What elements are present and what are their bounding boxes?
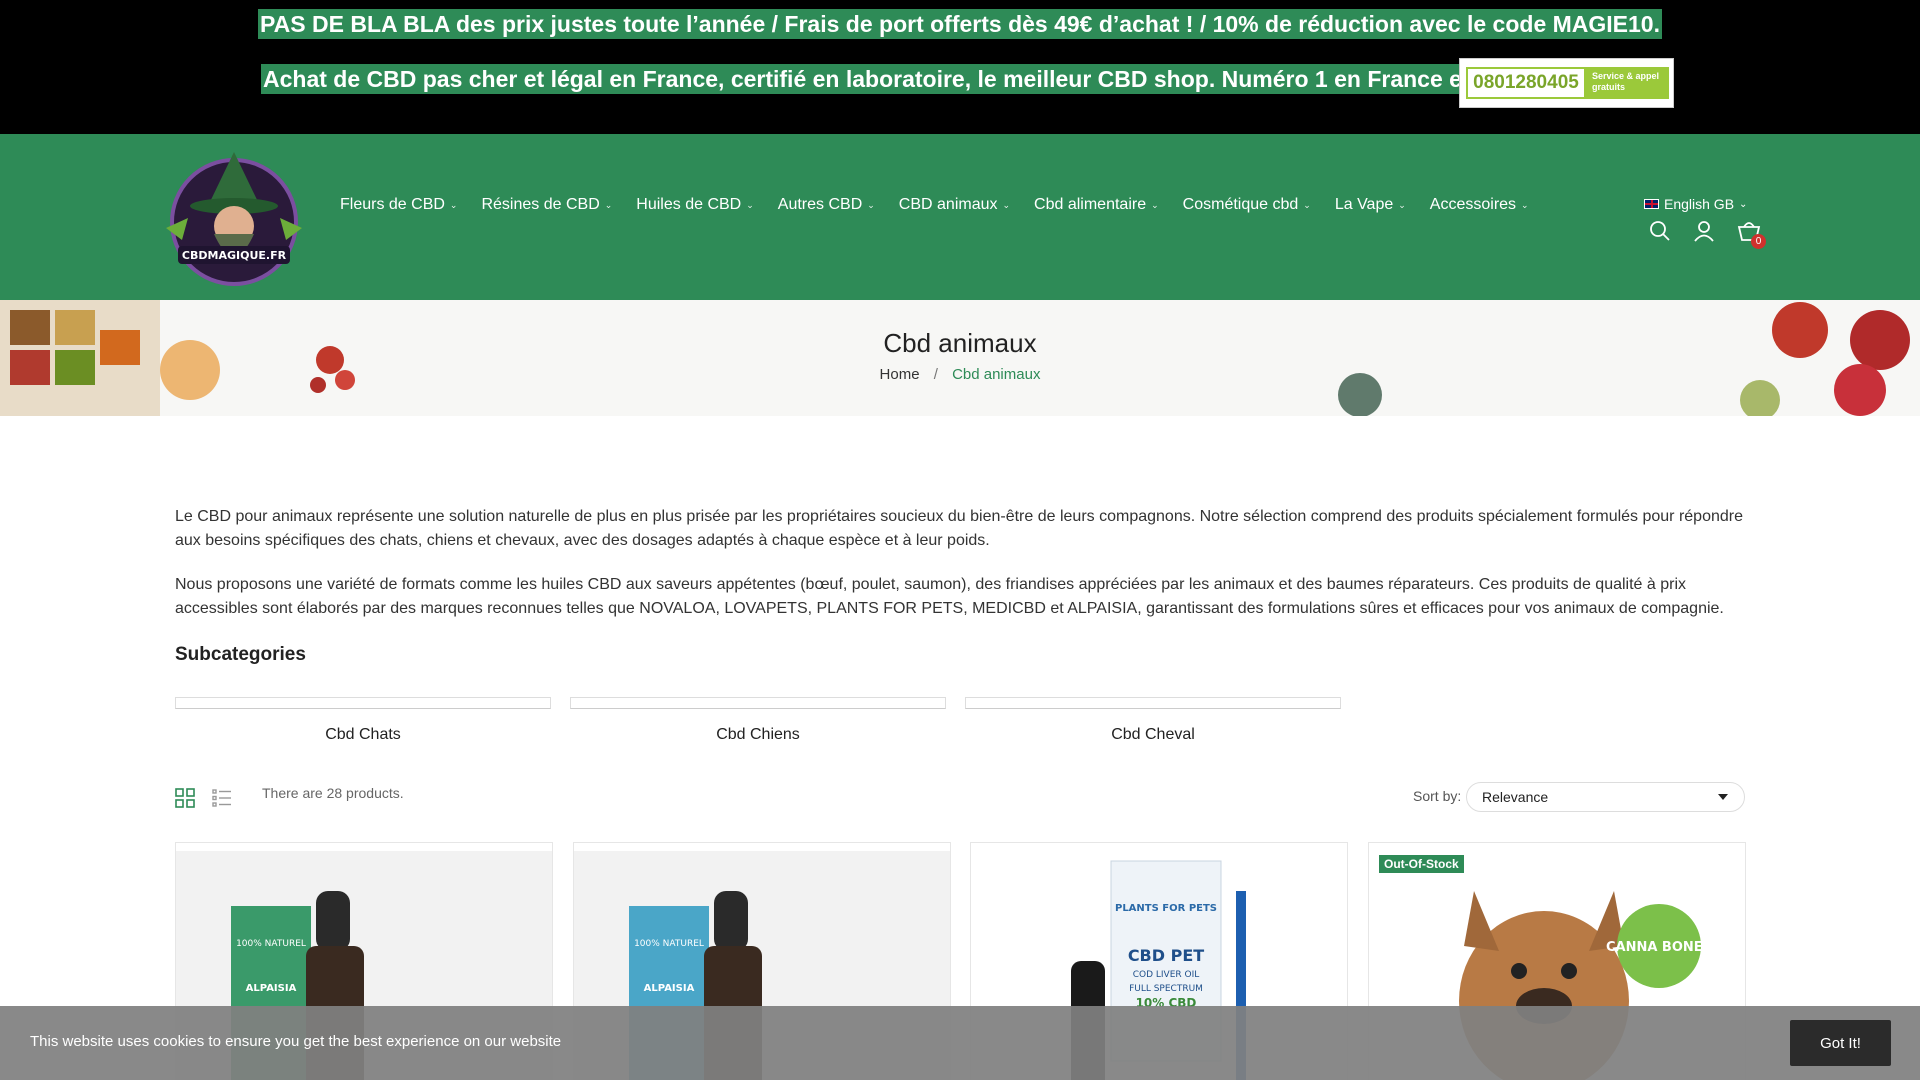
nav-label: Résines de CBD xyxy=(481,196,600,213)
product-brand: CANNA BONES xyxy=(1606,940,1712,955)
nav-label: Autres CBD xyxy=(777,196,863,213)
promo-line-1: PAS DE BLA BLA des prix justes toute l’a… xyxy=(258,9,1662,39)
product-tag: 100% NATUREL xyxy=(634,939,704,949)
language-label: English GB xyxy=(1664,196,1735,212)
description-paragraph-1: Le CBD pour animaux représente une solut… xyxy=(175,508,1743,549)
chevron-down-icon: ⌄ xyxy=(746,199,754,210)
phone-service-label: Service & appel gratuits xyxy=(1586,67,1669,99)
subcategory-image xyxy=(570,697,946,709)
subcategory-image xyxy=(965,697,1341,709)
chevron-down-icon: ⌄ xyxy=(449,199,458,210)
phone-badge[interactable]: 0801280405 Service & appel gratuits xyxy=(1459,58,1674,108)
nav-label: La Vape xyxy=(1334,196,1394,213)
breadcrumb-current: Cbd animaux xyxy=(952,366,1041,383)
out-of-stock-badge: Out-Of-Stock xyxy=(1379,855,1464,873)
nav-label: CBD animaux xyxy=(898,196,998,213)
cart-count-badge: 0 xyxy=(1751,234,1766,249)
product-name: CBD PET xyxy=(1128,946,1204,965)
user-icon[interactable] xyxy=(1691,218,1717,244)
logo-text: CBDMAGIQUE.FR xyxy=(182,249,287,262)
cookie-accept-button[interactable]: Got It! xyxy=(1790,1020,1891,1066)
promo-bar: PAS DE BLA BLA des prix justes toute l’a… xyxy=(0,0,1920,134)
page-title: Cbd animaux xyxy=(883,328,1037,358)
language-selector[interactable]: English GB ⌄ xyxy=(1644,196,1747,212)
chevron-down-icon: ⌄ xyxy=(1151,199,1159,210)
nav-autres[interactable]: Autres CBD ⌄ xyxy=(778,196,875,214)
nav-accessoires[interactable]: Accessoires ⌄ xyxy=(1430,196,1529,214)
nav-fleurs[interactable]: Fleurs de CBD ⌄ xyxy=(340,196,457,214)
sort-label: Sort by: xyxy=(1413,788,1462,804)
nav-resines[interactable]: Résines de CBD ⌄ xyxy=(481,196,612,214)
description-paragraph-2: Nous proposons une variété de formats co… xyxy=(175,576,1724,617)
chevron-down-icon: ⌄ xyxy=(604,199,613,210)
site-logo[interactable]: CBDMAGIQUE.FR xyxy=(148,148,320,288)
subcategory-image xyxy=(175,697,551,709)
subcategory-chiens[interactable]: Cbd Chiens xyxy=(570,697,946,744)
product-brand: ALPAISIA xyxy=(644,983,695,994)
promo-line-2: Achat de CBD pas cher et légal en France… xyxy=(261,64,1597,94)
uk-flag-icon xyxy=(1644,199,1659,209)
subcategory-chats[interactable]: Cbd Chats xyxy=(175,697,551,744)
chevron-down-icon: ⌄ xyxy=(1303,199,1311,210)
cookie-banner: This website uses cookies to ensure you … xyxy=(0,1006,1920,1080)
chevron-down-icon: ⌄ xyxy=(1002,199,1011,210)
sort-value: Relevance xyxy=(1482,789,1549,805)
grid-view-icon[interactable] xyxy=(175,788,195,808)
product-tag: 100% NATUREL xyxy=(236,939,306,949)
nav-alimentaire[interactable]: Cbd alimentaire ⌄ xyxy=(1034,196,1159,214)
product-count: There are 28 products. xyxy=(262,785,404,801)
product-spectrum: FULL SPECTRUM xyxy=(1129,984,1203,994)
breadcrumb-home[interactable]: Home xyxy=(880,366,920,383)
breadcrumb-separator: / xyxy=(933,366,938,383)
chevron-down-icon: ⌄ xyxy=(1398,199,1406,210)
site-header: CBDMAGIQUE.FR Fleurs de CBD ⌄ Résines de … xyxy=(0,134,1920,300)
nav-label: Accessoires xyxy=(1429,196,1517,213)
category-description: Le CBD pour animaux représente une solut… xyxy=(175,505,1745,641)
cookie-text: This website uses cookies to ensure you … xyxy=(30,1033,562,1050)
chevron-down-icon: ⌄ xyxy=(1739,198,1748,210)
product-brand: PLANTS FOR PETS xyxy=(1115,903,1217,914)
caret-down-icon xyxy=(1718,794,1728,800)
product-brand: ALPAISIA xyxy=(246,983,297,994)
breadcrumb: Home / Cbd animaux xyxy=(0,366,1920,383)
nav-label: Cosmétique cbd xyxy=(1182,196,1299,213)
category-banner: Cbd animaux Home / Cbd animaux xyxy=(0,300,1920,416)
chevron-down-icon: ⌄ xyxy=(867,199,875,210)
main-nav: Fleurs de CBD ⌄ Résines de CBD ⌄ Huiles de… xyxy=(340,196,1553,214)
subcategory-cheval[interactable]: Cbd Cheval xyxy=(965,697,1341,744)
phone-number: 0801280405 xyxy=(1466,67,1586,99)
search-icon[interactable] xyxy=(1647,218,1673,244)
sort-select[interactable]: Relevance xyxy=(1466,782,1745,812)
list-view-icon[interactable] xyxy=(212,788,232,808)
nav-cosmetique[interactable]: Cosmétique cbd ⌄ xyxy=(1183,196,1311,214)
subcategory-label: Cbd Cheval xyxy=(1111,726,1195,743)
subcategory-label: Cbd Chiens xyxy=(716,726,800,743)
chevron-down-icon: ⌄ xyxy=(1521,199,1529,210)
nav-vape[interactable]: La Vape ⌄ xyxy=(1335,196,1406,214)
product-sub: COD LIVER OIL xyxy=(1133,970,1200,980)
nav-animaux[interactable]: CBD animaux ⌄ xyxy=(899,196,1010,214)
subcategory-label: Cbd Chats xyxy=(325,726,401,743)
nav-label: Huiles de CBD xyxy=(636,196,742,213)
nav-label: Fleurs de CBD xyxy=(340,196,445,213)
nav-label: Cbd alimentaire xyxy=(1034,196,1147,213)
nav-huiles[interactable]: Huiles de CBD ⌄ xyxy=(636,196,753,214)
subcategories-heading: Subcategories xyxy=(175,644,306,665)
